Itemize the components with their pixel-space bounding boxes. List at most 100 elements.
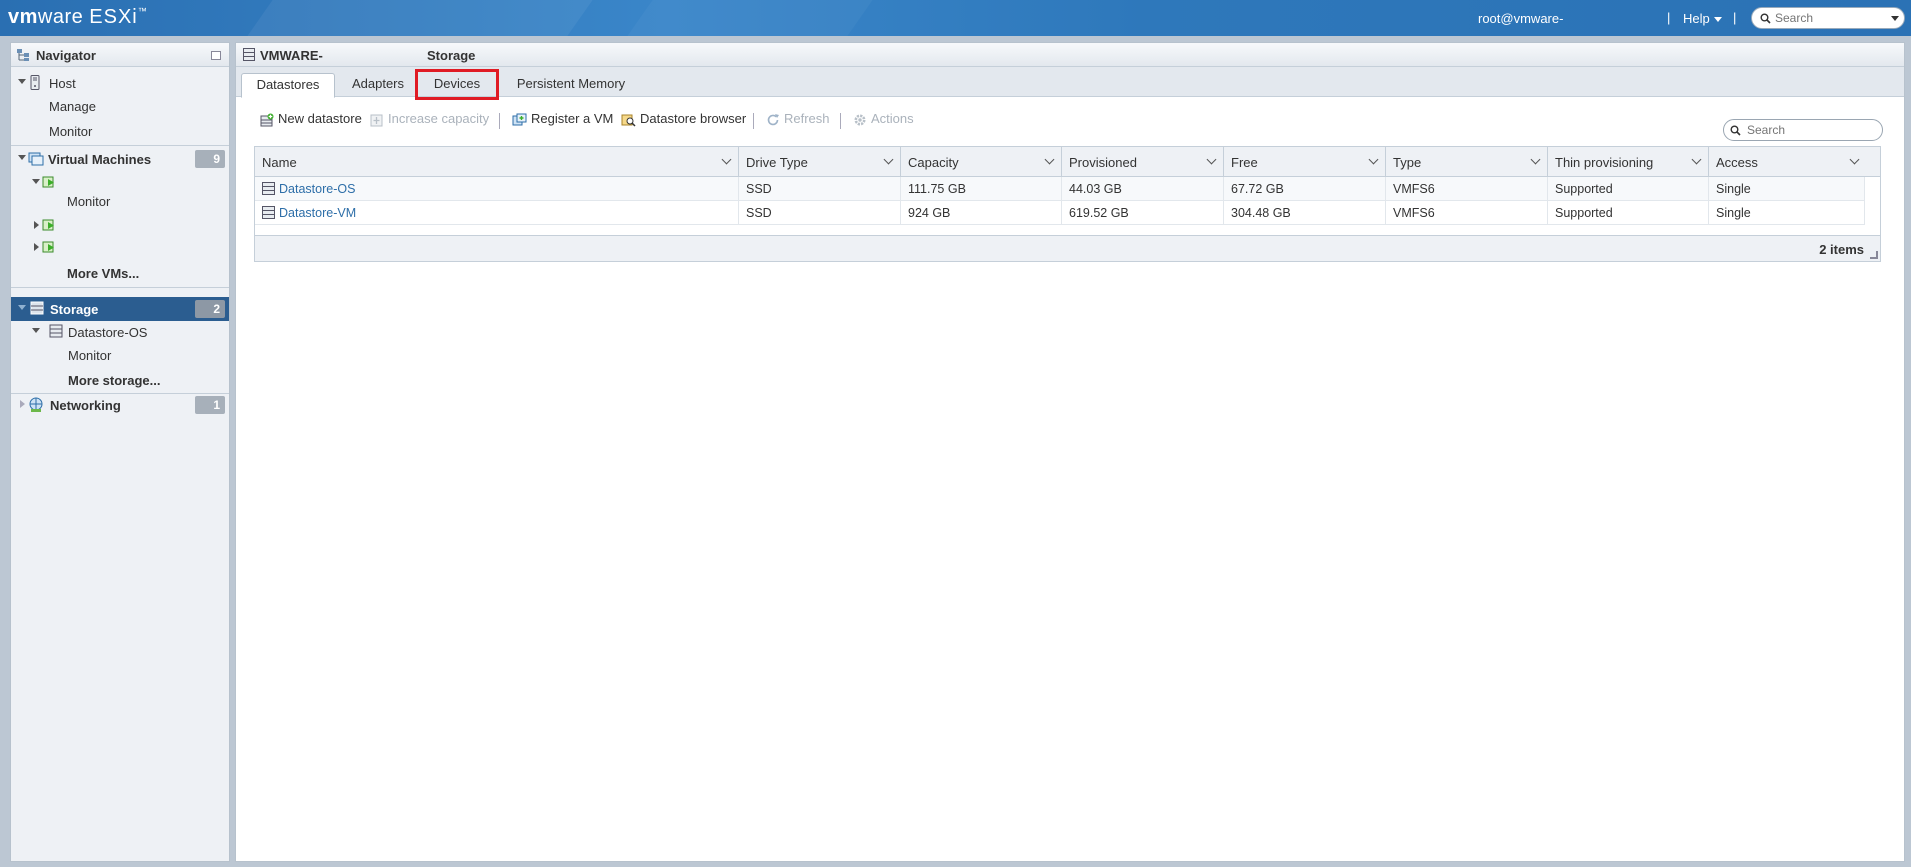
- cell-name[interactable]: Datastore-OS: [255, 177, 739, 201]
- nav-item-vm[interactable]: [11, 236, 229, 260]
- chevron-down-icon[interactable]: [32, 328, 40, 333]
- table-footer: 2 items: [255, 235, 1880, 261]
- datastore-link[interactable]: Datastore-OS: [279, 182, 355, 196]
- logo-esxi: ESXi: [89, 6, 138, 28]
- table-row[interactable]: Datastore-OS SSD 111.75 GB 44.03 GB 67.7…: [255, 177, 1865, 201]
- host-name: VMWARE-: [260, 48, 323, 63]
- toolbar-separator: [840, 113, 841, 129]
- chevron-down-icon[interactable]: [32, 179, 40, 184]
- nav-storage-monitor-label: Monitor: [68, 348, 112, 363]
- networking-icon: [29, 397, 43, 412]
- column-header-name[interactable]: Name: [255, 147, 739, 177]
- header-separator: |: [1733, 10, 1737, 25]
- nav-item-more-storage[interactable]: More storage...: [11, 368, 229, 392]
- header-decoration: [627, 0, 873, 36]
- chevron-down-icon[interactable]: [18, 305, 26, 310]
- refresh-icon: [767, 113, 779, 125]
- new-datastore-button[interactable]: New datastore: [260, 111, 362, 127]
- nav-item-vm-monitor[interactable]: Monitor: [11, 189, 229, 213]
- cell-free: 67.72 GB: [1224, 177, 1386, 201]
- nav-more-storage-label: More storage...: [68, 373, 161, 388]
- chevron-down-icon[interactable]: [18, 155, 26, 160]
- chevron-right-icon[interactable]: [20, 400, 25, 408]
- logo-trademark: ™: [137, 6, 148, 16]
- chevron-right-icon[interactable]: [34, 243, 39, 251]
- cell-thin-provisioning: Supported: [1548, 201, 1709, 225]
- navigator-icon: [17, 49, 29, 61]
- header-separator: |: [1667, 10, 1671, 25]
- chevron-down-icon[interactable]: [1891, 16, 1899, 21]
- chevron-down-icon[interactable]: [1368, 154, 1379, 165]
- help-label: Help: [1683, 11, 1710, 26]
- chevron-down-icon[interactable]: [1206, 154, 1217, 165]
- nav-item-networking[interactable]: Networking 1: [11, 393, 229, 417]
- datastore-browser-icon: [621, 114, 636, 127]
- nav-divider: [11, 145, 229, 146]
- chevron-down-icon[interactable]: [721, 154, 732, 165]
- nav-item-vm[interactable]: [11, 214, 229, 238]
- tab-persistent-memory[interactable]: Persistent Memory: [502, 73, 640, 97]
- column-header-free[interactable]: Free: [1224, 147, 1386, 177]
- storage-count-badge: 2: [195, 300, 225, 318]
- chevron-right-icon[interactable]: [34, 221, 39, 229]
- minimize-icon[interactable]: [211, 51, 221, 60]
- cell-name[interactable]: Datastore-VM: [255, 201, 739, 225]
- networking-count-badge: 1: [195, 396, 225, 414]
- tab-devices[interactable]: Devices: [415, 69, 499, 100]
- chevron-down-icon[interactable]: [1691, 154, 1702, 165]
- tab-datastores[interactable]: Datastores: [241, 73, 335, 98]
- column-header-capacity[interactable]: Capacity: [901, 147, 1062, 177]
- register-vm-label: Register a VM: [531, 111, 614, 126]
- nav-item-virtual-machines[interactable]: Virtual Machines 9: [11, 147, 229, 171]
- register-vm-button[interactable]: Register a VM: [512, 111, 613, 127]
- resize-grip-icon[interactable]: [1870, 251, 1878, 259]
- column-header-thin-provisioning[interactable]: Thin provisioning: [1548, 147, 1709, 177]
- header-search-input[interactable]: [1773, 10, 1883, 26]
- datastore-link[interactable]: Datastore-VM: [279, 206, 356, 220]
- datastore-browser-button[interactable]: Datastore browser: [621, 111, 746, 127]
- table-search-input[interactable]: [1745, 122, 1875, 138]
- vms-count-badge: 9: [195, 150, 225, 168]
- search-icon: [1760, 13, 1771, 24]
- increase-capacity-icon: [370, 114, 383, 127]
- help-menu[interactable]: Help: [1683, 11, 1722, 26]
- tab-adapters[interactable]: Adapters: [337, 73, 419, 97]
- navigator-title: Navigator: [36, 48, 96, 63]
- nav-item-datastore-os[interactable]: Datastore-OS: [11, 320, 229, 344]
- chevron-down-icon[interactable]: [1849, 154, 1860, 165]
- navigator-panel: Navigator Host Manage Monitor Virtual Ma…: [10, 42, 230, 862]
- table-search[interactable]: [1723, 119, 1883, 141]
- virtual-machines-icon: [28, 152, 44, 166]
- column-header-type[interactable]: Type: [1386, 147, 1548, 177]
- actions-button[interactable]: Actions: [853, 111, 914, 127]
- column-access-label: Access: [1716, 155, 1758, 170]
- nav-datastore-os-label: Datastore-OS: [68, 325, 148, 340]
- nav-item-storage[interactable]: Storage 2: [11, 297, 229, 321]
- column-provisioned-label: Provisioned: [1069, 155, 1137, 170]
- column-header-provisioned[interactable]: Provisioned: [1062, 147, 1224, 177]
- vm-powered-on-icon: [42, 176, 54, 188]
- vmware-esxi-logo: vmware ESXi™: [8, 6, 147, 29]
- nav-item-host-manage[interactable]: Manage: [11, 94, 229, 118]
- nav-divider: [11, 287, 229, 288]
- increase-capacity-label: Increase capacity: [388, 111, 490, 126]
- chevron-down-icon[interactable]: [883, 154, 894, 165]
- nav-vm-monitor-label: Monitor: [67, 194, 111, 209]
- column-header-access[interactable]: Access: [1709, 147, 1880, 177]
- header-search[interactable]: [1751, 7, 1905, 29]
- column-name-label: Name: [262, 155, 297, 170]
- nav-item-storage-monitor[interactable]: Monitor: [11, 343, 229, 367]
- chevron-down-icon[interactable]: [18, 79, 26, 84]
- nav-item-host-monitor[interactable]: Monitor: [11, 119, 229, 143]
- chevron-down-icon[interactable]: [1530, 154, 1541, 165]
- column-header-drive-type[interactable]: Drive Type: [739, 147, 901, 177]
- table-row[interactable]: Datastore-VM SSD 924 GB 619.52 GB 304.48…: [255, 201, 1865, 225]
- column-free-label: Free: [1231, 155, 1258, 170]
- user-menu[interactable]: root@vmware-: [1478, 11, 1563, 26]
- refresh-button[interactable]: Refresh: [766, 111, 830, 127]
- nav-item-more-vms[interactable]: More VMs...: [11, 261, 229, 285]
- cell-capacity: 111.75 GB: [901, 177, 1062, 201]
- increase-capacity-button[interactable]: Increase capacity: [370, 111, 489, 127]
- chevron-down-icon[interactable]: [1044, 154, 1055, 165]
- nav-item-host[interactable]: Host: [11, 71, 229, 95]
